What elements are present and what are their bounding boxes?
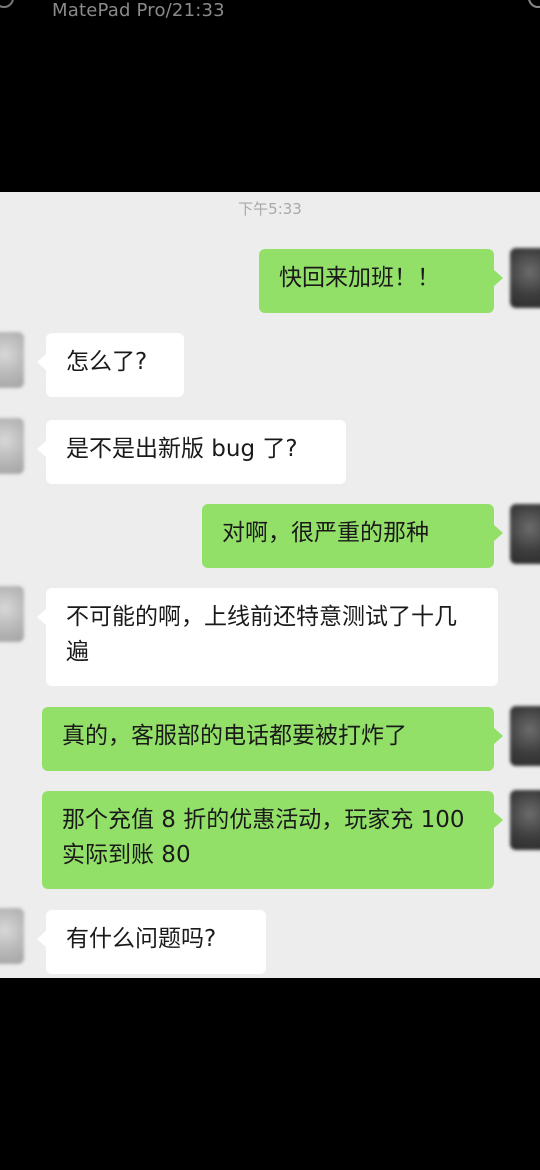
- message-timestamp: 下午5:33: [238, 200, 302, 218]
- message-text: 那个充值 8 折的优惠活动，玩家充 100 实际到账 80: [62, 807, 465, 868]
- message-bubble-incoming[interactable]: 有什么问题吗?: [37, 910, 266, 974]
- close-icon[interactable]: [528, 0, 540, 8]
- avatar[interactable]: [0, 332, 24, 388]
- message-bubble-outgoing[interactable]: 快回来加班！！: [259, 249, 503, 313]
- message-text: 快回来加班！！: [279, 265, 440, 291]
- message-text: 对啊，很严重的那种: [222, 520, 429, 546]
- message-text: 有什么问题吗?: [66, 926, 217, 952]
- message-text: 是不是出新版 bug 了?: [66, 436, 298, 462]
- message-text: 不可能的啊，上线前还特意测试了十几遍: [66, 604, 457, 665]
- message-bubble-outgoing[interactable]: 真的，客服部的电话都要被打炸了: [42, 707, 503, 771]
- avatar[interactable]: [0, 908, 24, 964]
- avatar[interactable]: [0, 586, 24, 642]
- avatar[interactable]: [510, 504, 540, 564]
- message-bubble-outgoing[interactable]: 对啊，很严重的那种: [202, 504, 503, 568]
- avatar[interactable]: [0, 418, 24, 474]
- avatar[interactable]: [510, 706, 540, 766]
- message-text: 怎么了?: [66, 349, 148, 375]
- status-bar: MatePad Pro/21:33: [0, 0, 540, 192]
- message-bubble-incoming[interactable]: 是不是出新版 bug 了?: [37, 420, 346, 484]
- back-icon[interactable]: [0, 0, 14, 8]
- message-bubble-incoming[interactable]: 不可能的啊，上线前还特意测试了十几遍: [37, 588, 498, 686]
- letterbox-bottom: [0, 978, 540, 1170]
- message-text: 真的，客服部的电话都要被打炸了: [62, 723, 407, 749]
- message-bubble-outgoing[interactable]: 那个充值 8 折的优惠活动，玩家充 100 实际到账 80: [42, 791, 503, 889]
- avatar[interactable]: [510, 248, 540, 308]
- avatar[interactable]: [510, 790, 540, 850]
- chat-screenshot: 下午5:33 快回来加班！！ 怎么了? 是不是出新版 bug 了? 对啊，很严重…: [0, 192, 540, 978]
- device-time-label: MatePad Pro/21:33: [52, 0, 225, 21]
- message-bubble-incoming[interactable]: 怎么了?: [37, 333, 184, 397]
